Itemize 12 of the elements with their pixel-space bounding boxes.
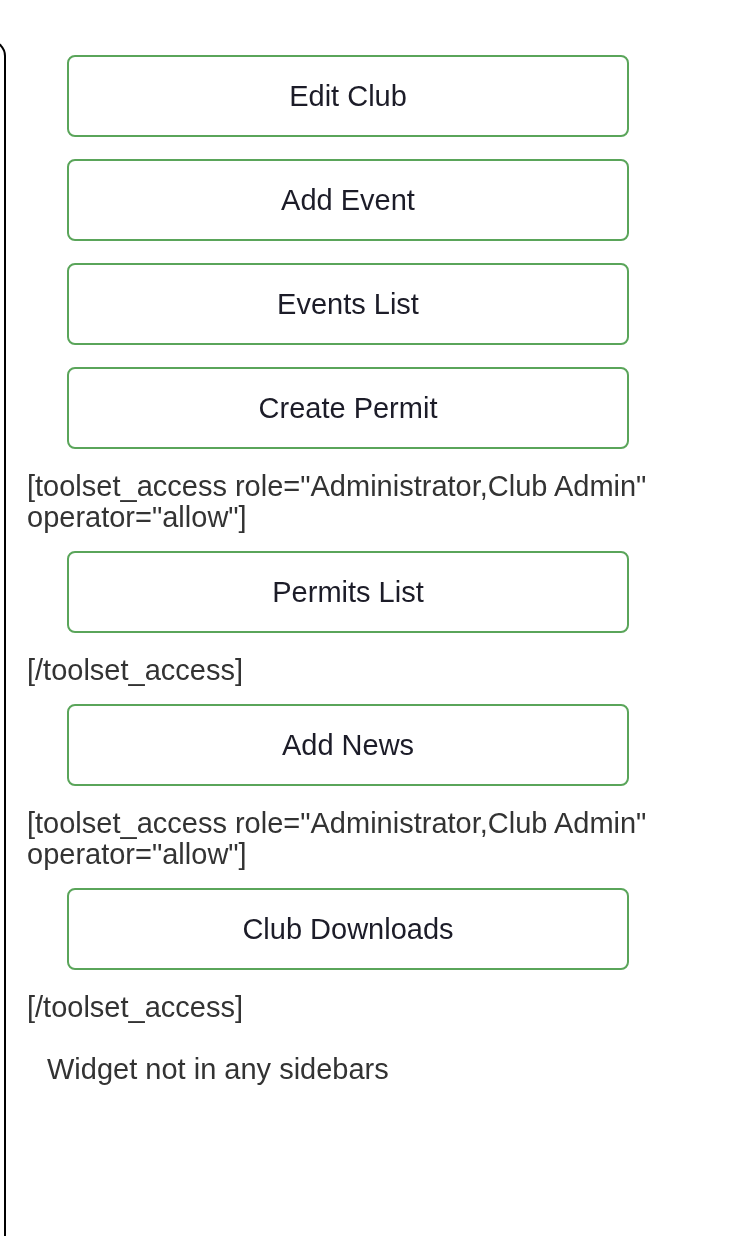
- menu-button[interactable]: Club Downloads: [67, 888, 629, 970]
- shortcode-text: [/toolset_access]: [27, 655, 244, 686]
- menu-button[interactable]: Add News: [67, 704, 629, 786]
- menu-button[interactable]: Create Permit: [67, 367, 629, 449]
- shortcode-text: [toolset_access role="Administrator,Club Admin" operator="allow"]: [27, 471, 648, 533]
- menu-button[interactable]: Edit Club: [67, 55, 629, 137]
- menu-button[interactable]: Add Event: [67, 159, 629, 241]
- menu-button[interactable]: Permits List: [67, 551, 629, 633]
- menu-button[interactable]: Events List: [67, 263, 629, 345]
- shortcode-text: [/toolset_access]: [27, 992, 244, 1023]
- widget-notice: Widget not in any sidebars: [47, 1053, 389, 1086]
- shortcode-text: [toolset_access role="Administrator,Club Admin" operator="allow"]: [27, 808, 648, 870]
